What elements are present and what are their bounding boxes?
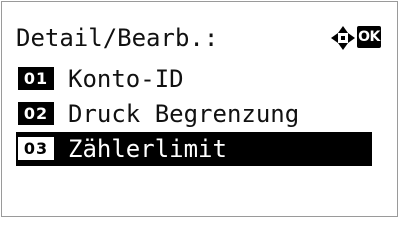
item-number-badge: 03 (18, 137, 54, 160)
ok-key-icon: OK (357, 26, 381, 48)
menu-item-konto-id[interactable]: 01 Konto-ID (16, 62, 380, 96)
menu-item-druck-begrenzung[interactable]: 02 Druck Begrenzung (16, 97, 380, 131)
menu-item-label: Konto-ID (68, 65, 184, 93)
lcd-screen: Detail/Bearb.: OK 01 Konto-ID 02 Druck B… (1, 1, 398, 217)
header: Detail/Bearb.: OK (16, 20, 386, 56)
navigation-hint: OK (330, 24, 388, 52)
four-way-arrow-icon (331, 26, 355, 50)
menu-item-label: Druck Begrenzung (68, 100, 300, 128)
menu-item-label: Zählerlimit (68, 135, 227, 163)
page-title: Detail/Bearb.: (16, 24, 219, 52)
menu-item-zaehlerlimit[interactable]: 03 Zählerlimit (16, 132, 372, 166)
item-number-badge: 02 (18, 102, 54, 125)
item-number-badge: 01 (18, 67, 54, 90)
